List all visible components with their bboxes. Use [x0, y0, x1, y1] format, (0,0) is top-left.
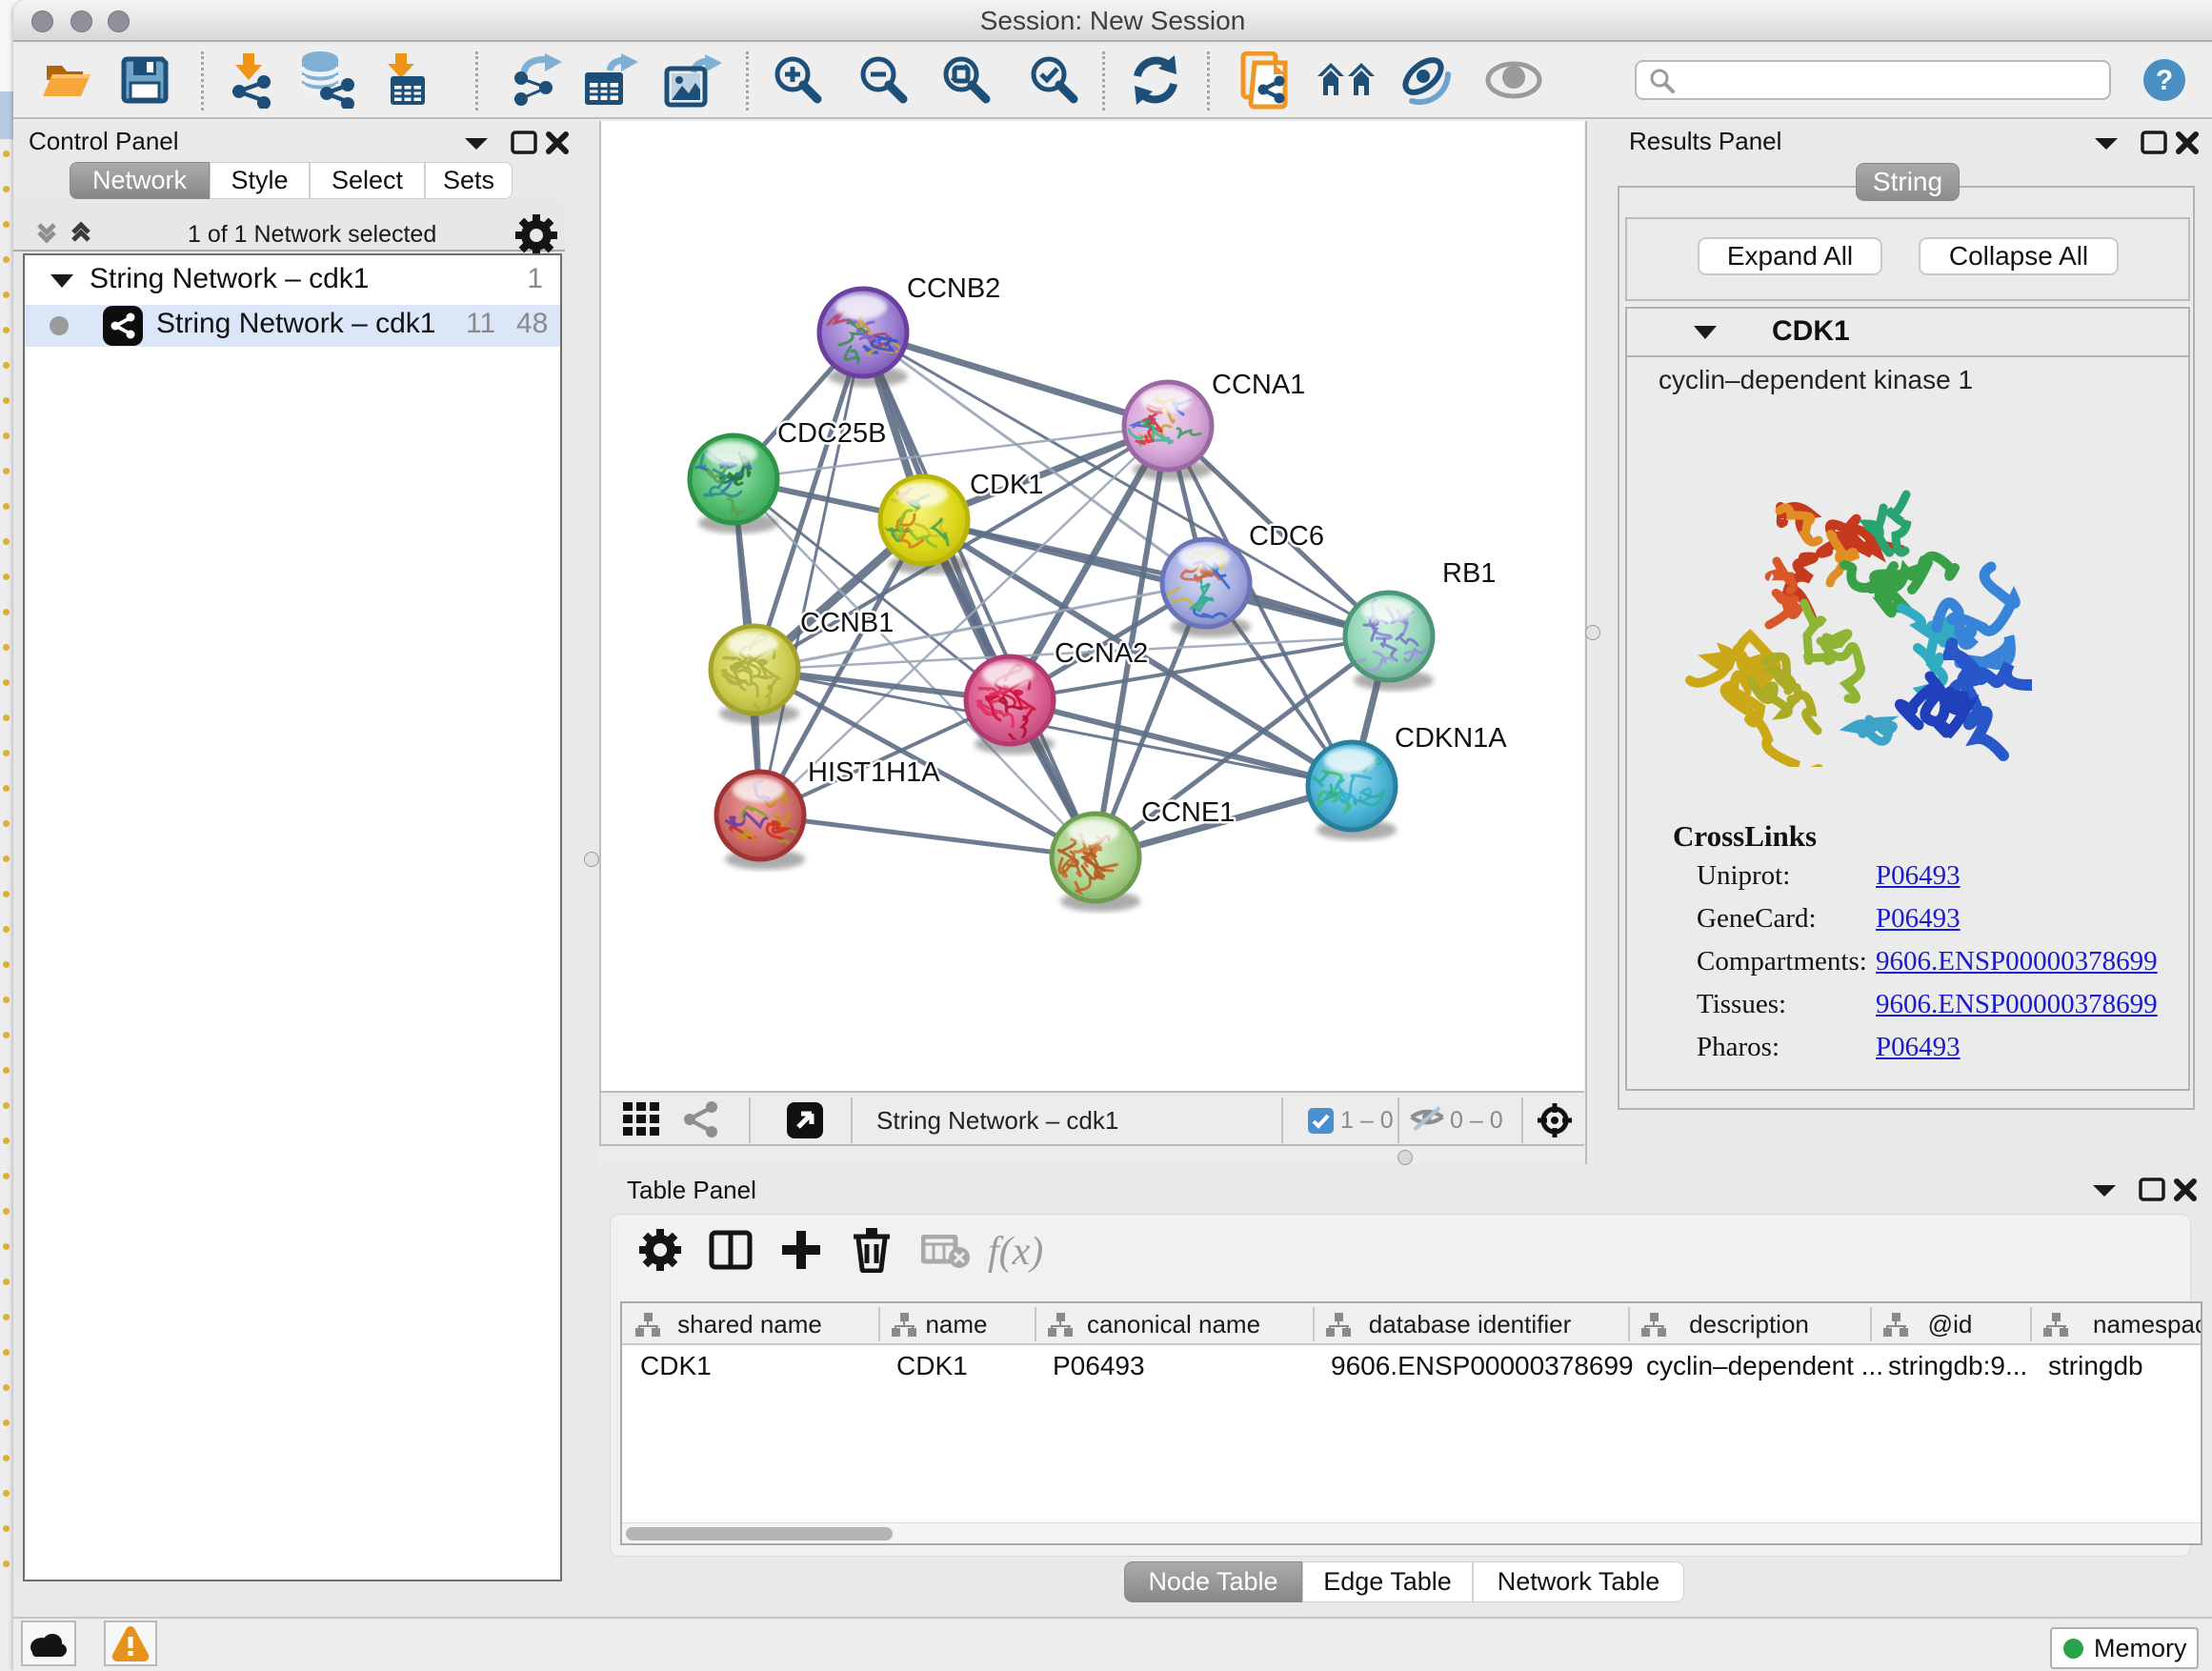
- svg-text:CCNB1: CCNB1: [800, 608, 894, 638]
- svg-text:CCNB2: CCNB2: [907, 273, 1000, 304]
- svg-text:CDKN1A: CDKN1A: [1395, 723, 1507, 754]
- svg-text:?: ?: [2156, 65, 2173, 96]
- svg-text:CDC25B: CDC25B: [777, 418, 886, 449]
- svg-text:CCNA2: CCNA2: [1055, 638, 1148, 669]
- svg-text:HIST1H1A: HIST1H1A: [808, 757, 940, 788]
- svg-text:CDC6: CDC6: [1249, 521, 1324, 552]
- svg-text:RB1: RB1: [1442, 558, 1496, 589]
- svg-text:CCNA1: CCNA1: [1212, 370, 1305, 400]
- svg-text:CDK1: CDK1: [970, 470, 1043, 500]
- svg-text:CCNE1: CCNE1: [1141, 797, 1235, 828]
